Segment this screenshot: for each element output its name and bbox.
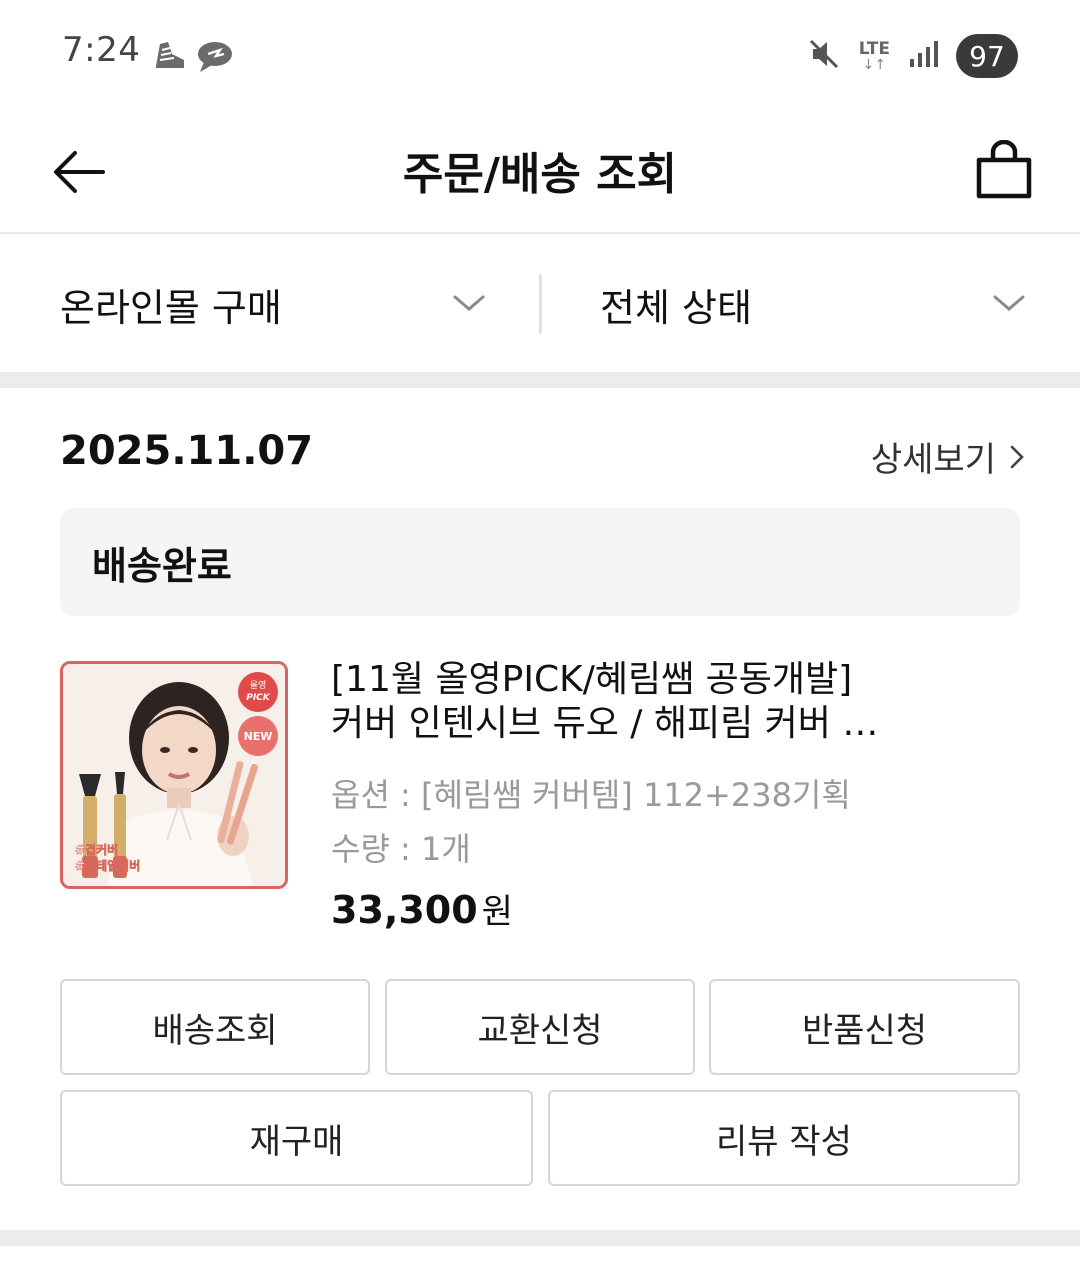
sneaker-icon (150, 36, 190, 76)
product-name[interactable]: [11월 올영PICK/혜림쌤 공동개발] 커버 인텐시브 듀오 / 해피림 커… (331, 658, 971, 746)
channel-filter-dropdown[interactable]: 온라인몰 구매 (60, 236, 500, 372)
chevron-right-icon (1010, 445, 1024, 468)
page-title: 주문/배송 조회 (402, 149, 678, 200)
product-quantity: 수량 : 1개 (331, 830, 471, 868)
status-indicators: LTE ↓↑ 97 (807, 34, 1018, 78)
chevron-down-icon (993, 295, 1025, 311)
badge-new: NEW (244, 730, 273, 743)
chevron-down-icon (453, 295, 485, 311)
cart-button[interactable] (968, 130, 1040, 210)
detail-link-label: 상세보기 (870, 440, 996, 480)
tag-cover-2: #디테일커버 (75, 858, 140, 873)
chat-bubble-icon (194, 36, 234, 76)
status-filter-label: 전체 상태 (600, 285, 752, 330)
reorder-button[interactable]: 재구매 (60, 1090, 533, 1186)
shopping-bag-icon (976, 140, 1032, 199)
order-detail-link[interactable]: 상세보기 (871, 432, 1024, 481)
filter-bar: 온라인몰 구매 전체 상태 (0, 236, 1080, 372)
status-filter-dropdown[interactable]: 전체 상태 (600, 236, 1040, 372)
delivery-status: 배송완료 (92, 543, 232, 588)
lte-icon: LTE ↓↑ (858, 38, 890, 73)
filter-divider (539, 274, 542, 334)
price-unit: 원 (481, 892, 513, 932)
track-delivery-button[interactable]: 배송조회 (60, 979, 370, 1075)
product-option: 옵션 : [혜림쌤 커버템] 112+238기획 (331, 776, 851, 814)
channel-filter-label: 온라인몰 구매 (60, 285, 282, 330)
battery-icon: 97 (956, 34, 1018, 78)
status-bar: 7:24 LTE ↓↑ 97 (0, 0, 1080, 110)
signal-icon (908, 39, 938, 73)
top-app-bar: 주문/배송 조회 (0, 110, 1080, 234)
product-image: 올영 PICK NEW #겹커버 #디테일커버 (63, 664, 285, 886)
return-request-button[interactable]: 반품신청 (709, 979, 1020, 1075)
product-name-line-1: [11월 올영PICK/혜림쌤 공동개발] (331, 659, 853, 700)
badge-oliveyoung: 올영 (250, 680, 267, 691)
product-price: 33,300 원 (331, 884, 513, 933)
delivery-status-box: 배송완료 (60, 508, 1020, 616)
tag-cover-1: #겹커버 (75, 842, 118, 857)
badge-pick: PICK (246, 693, 271, 703)
exchange-request-button[interactable]: 교환신청 (385, 979, 695, 1075)
section-divider (0, 1230, 1080, 1246)
price-amount: 33,300 (331, 888, 478, 932)
status-time: 7:24 (62, 30, 141, 70)
product-thumbnail[interactable]: 올영 PICK NEW #겹커버 #디테일커버 (60, 661, 288, 889)
mute-icon (807, 37, 841, 75)
order-date: 2025.11.07 (60, 428, 314, 474)
section-divider (0, 372, 1080, 388)
product-name-line-2: 커버 인텐시브 듀오 / 해피림 커버 … (331, 703, 879, 744)
write-review-button[interactable]: 리뷰 작성 (548, 1090, 1020, 1186)
